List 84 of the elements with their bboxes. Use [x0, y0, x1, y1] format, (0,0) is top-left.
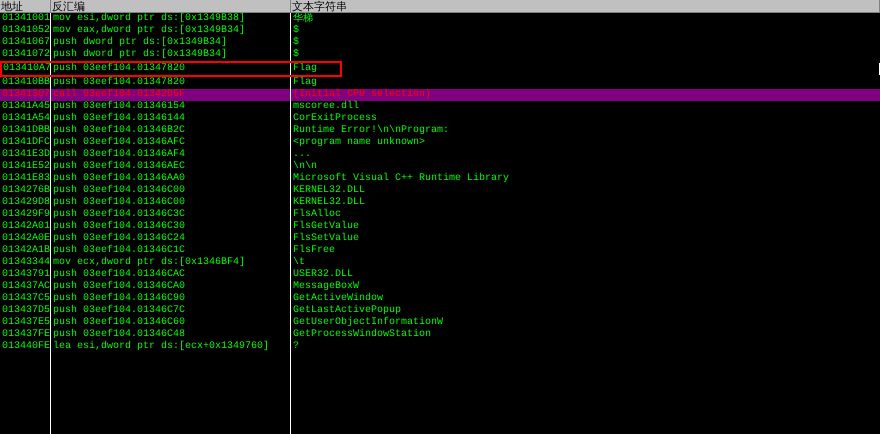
string-cell-text: <program name unknown>: [292, 137, 426, 149]
disassembly-cell: push 03eef104.01346C00: [51, 197, 291, 209]
string-cell-text: Runtime Error!\n\nProgram:: [292, 125, 450, 136]
disassembly-cell: push 03eef104.01346C60: [51, 317, 291, 329]
string-cell-text: GetLastActivePopup: [292, 305, 402, 316]
string-cell-text: FlsAlloc: [292, 209, 342, 220]
address-cell: 013437FE: [0, 329, 51, 341]
address-cell: 01341DFC: [0, 137, 51, 149]
string-cell-text: FlsGetValue: [292, 221, 360, 232]
disassembly-cell: push 03eef104.01346C30: [51, 221, 291, 233]
disassembly-cell: call 03eef104.01342D5F: [51, 89, 291, 101]
disassembly-cell: push 03eef104.01346AFC: [51, 137, 291, 149]
address-cell: 01341A45: [0, 101, 51, 113]
disassembly-cell: push 03eef104.01347820: [51, 63, 291, 75]
string-cell-text: mscoree.dll: [292, 101, 360, 112]
disassembly-cell: push 03eef104.01346C24: [51, 233, 291, 245]
string-cell-text: CorExitProcess: [292, 113, 378, 124]
disassembly-cell: lea esi,dword ptr ds:[ecx+0x1349760]: [51, 341, 291, 353]
address-cell: 01343344: [0, 257, 51, 269]
string-cell-text: \n\n: [292, 161, 318, 172]
string-cell-text: 华梯: [292, 13, 314, 24]
address-cell: 01341072: [0, 49, 51, 61]
address-cell: 01341E3D: [0, 149, 51, 161]
disassembly-cell: push 03eef104.01346144: [51, 113, 291, 125]
address-cell: 013429F9: [0, 209, 51, 221]
disassembly-cell: push dword ptr ds:[0x1349B34]: [51, 49, 291, 61]
disassembly-cell: push 03eef104.01346C3C: [51, 209, 291, 221]
string-cell: (Initial CPU selection): [291, 89, 880, 101]
disassembly-cell: mov esi,dword ptr ds:[0x1349B38]: [51, 13, 291, 25]
address-cell: 01342A0E: [0, 233, 51, 245]
disassembly-cell: push 03eef104.01346C00: [51, 185, 291, 197]
string-cell-text: $: [292, 49, 300, 61]
disassembly-cell: push 03eef104.01346B2C: [51, 125, 291, 137]
address-cell: 01341A54: [0, 113, 51, 125]
address-cell: 01341DBB: [0, 125, 51, 137]
string-cell-text: ?: [292, 341, 300, 353]
address-cell: 01342A01: [0, 221, 51, 233]
disassembly-cell: push dword ptr ds:[0x1349B34]: [51, 37, 291, 49]
address-cell: 013429D8: [0, 197, 51, 209]
column-header[interactable]: 地址: [0, 0, 51, 12]
disassembly-cell: push 03eef104.01346AEC: [51, 161, 291, 173]
string-cell-text: \t: [292, 257, 306, 269]
column-header[interactable]: 文本字符串: [291, 0, 880, 12]
disassembly-cell: mov ecx,dword ptr ds:[0x1346BF4]: [51, 257, 291, 269]
disassembly-cell: push 03eef104.01346CA0: [51, 281, 291, 293]
address-cell: 01341001: [0, 13, 51, 25]
disassembly-cell: mov eax,dword ptr ds:[0x1349B34]: [51, 25, 291, 37]
string-cell-text: Flag: [292, 77, 318, 88]
disassembly-cell: push 03eef104.01346CAC: [51, 269, 291, 281]
string-cell-text: $: [292, 37, 300, 48]
address-cell: 013437E5: [0, 317, 51, 329]
string-cell-text: KERNEL32.DLL: [292, 185, 366, 197]
string-cell-text: $: [292, 25, 300, 36]
address-cell: 0134276B: [0, 185, 51, 197]
string-cell-text: GetUserObjectInformationW: [292, 317, 444, 328]
disassembly-cell: push 03eef104.01346C1C: [51, 245, 291, 257]
string-cell-text: GetProcessWindowStation: [292, 329, 432, 341]
address-cell: 01341067: [0, 37, 51, 49]
string-cell-text: ...: [292, 149, 312, 160]
disassembly-cell: push 03eef104.01346C7C: [51, 305, 291, 317]
disassembly-cell: push 03eef104.01346C48: [51, 329, 291, 341]
string-cell-text: GetActiveWindow: [292, 293, 384, 304]
disassembly-cell: push 03eef104.01346C90: [51, 293, 291, 305]
address-cell: 013440FE: [0, 341, 51, 353]
address-cell: 01341052: [0, 25, 51, 37]
string-cell-text: KERNEL32.DLL: [292, 197, 366, 208]
address-cell: 01343791: [0, 269, 51, 281]
string-cell: Flag: [291, 63, 880, 75]
address-cell: 013437C5: [0, 293, 51, 305]
disassembly-cell: push 03eef104.01346AF4: [51, 149, 291, 161]
string-cell-text: MessageBoxW: [292, 281, 360, 292]
address-cell: 01341E52: [0, 161, 51, 173]
disassembly-cell: push 03eef104.01346AA0: [51, 173, 291, 185]
address-cell: 01341307: [0, 89, 51, 101]
address-cell: 01341E83: [0, 173, 51, 185]
string-cell-text: USER32.DLL: [292, 269, 354, 281]
address-cell: 013437D5: [0, 305, 51, 317]
string-cell-text: FlsSetValue: [292, 233, 360, 244]
address-cell: 013437AC: [0, 281, 51, 293]
disassembly-cell: push 03eef104.01346154: [51, 101, 291, 113]
string-cell-text: Microsoft Visual C++ Runtime Library: [292, 173, 510, 185]
string-cell-text: FlsFree: [292, 245, 336, 256]
address-cell: 01342A1B: [0, 245, 51, 257]
column-header[interactable]: 反汇编: [51, 0, 291, 12]
